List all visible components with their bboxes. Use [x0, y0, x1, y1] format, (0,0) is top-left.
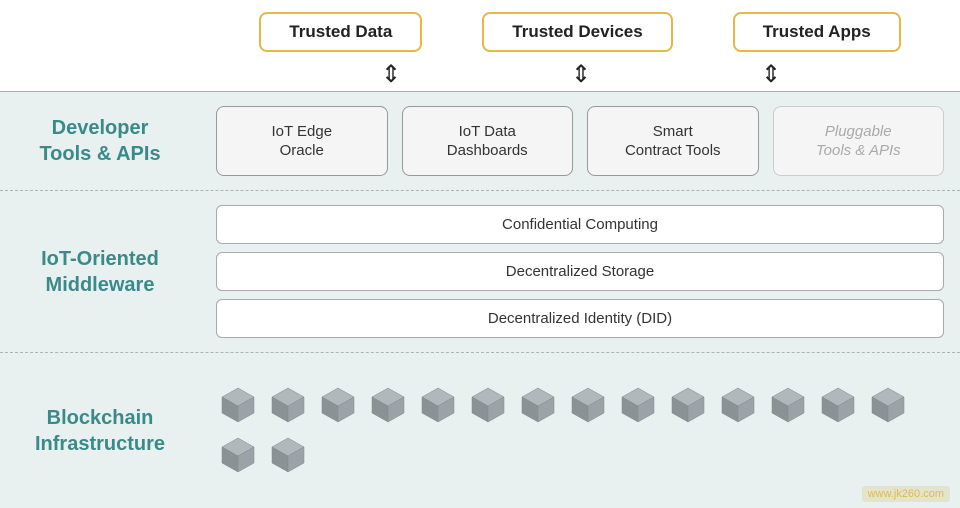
arrow-devices: ⇕ — [515, 60, 645, 89]
developer-content: IoT EdgeOracle IoT DataDashboards SmartC… — [200, 92, 960, 190]
blockchain-cube — [566, 384, 610, 428]
confidential-computing-box: Confidential Computing — [216, 205, 944, 244]
blockchain-content — [200, 353, 960, 508]
blockchain-cube — [216, 384, 260, 428]
main-container: Trusted Data Trusted Devices Trusted App… — [0, 0, 960, 508]
blockchain-cube — [316, 384, 360, 428]
blockchain-cube — [816, 384, 860, 428]
trusted-data-box: Trusted Data — [259, 12, 422, 52]
arrow-apps: ⇕ — [705, 60, 835, 89]
middleware-label-text: IoT-OrientedMiddleware — [41, 246, 159, 298]
middleware-content: Confidential Computing Decentralized Sto… — [200, 191, 960, 352]
decentralized-identity-box: Decentralized Identity (DID) — [216, 299, 944, 338]
blockchain-cube — [266, 434, 310, 478]
arrow-data: ⇕ — [325, 60, 455, 89]
blockchain-cube — [666, 384, 710, 428]
blockchain-cube — [516, 384, 560, 428]
blockchain-label-text: BlockchainInfrastructure — [35, 405, 165, 457]
pluggable-tools-box: PluggableTools & APIs — [773, 106, 945, 176]
blockchain-cube — [416, 384, 460, 428]
blockchain-cube — [366, 384, 410, 428]
cube-grid — [216, 384, 944, 478]
decentralized-storage-box: Decentralized Storage — [216, 252, 944, 291]
blockchain-cube — [466, 384, 510, 428]
content-area: DeveloperTools & APIs IoT EdgeOracle IoT… — [0, 92, 960, 508]
blockchain-cube — [766, 384, 810, 428]
middleware-label: IoT-OrientedMiddleware — [0, 191, 200, 352]
blockchain-cube — [266, 384, 310, 428]
developer-layer: DeveloperTools & APIs IoT EdgeOracle IoT… — [0, 92, 960, 191]
blockchain-layer: BlockchainInfrastructure — [0, 353, 960, 508]
watermark: www.jk260.com — [862, 486, 950, 502]
trusted-devices-box: Trusted Devices — [482, 12, 672, 52]
arrows-row: ⇕ ⇕ ⇕ — [0, 58, 960, 91]
blockchain-label: BlockchainInfrastructure — [0, 353, 200, 508]
blockchain-cube — [866, 384, 910, 428]
iot-edge-oracle-box: IoT EdgeOracle — [216, 106, 388, 176]
developer-label-text: DeveloperTools & APIs — [39, 115, 160, 167]
blockchain-cube — [716, 384, 760, 428]
developer-label: DeveloperTools & APIs — [0, 92, 200, 190]
smart-contract-tools-box: SmartContract Tools — [587, 106, 759, 176]
trusted-apps-box: Trusted Apps — [733, 12, 901, 52]
iot-data-dashboards-box: IoT DataDashboards — [402, 106, 574, 176]
blockchain-cube — [616, 384, 660, 428]
blockchain-cube — [216, 434, 260, 478]
middleware-layer: IoT-OrientedMiddleware Confidential Comp… — [0, 191, 960, 353]
trusted-row: Trusted Data Trusted Devices Trusted App… — [0, 0, 960, 58]
